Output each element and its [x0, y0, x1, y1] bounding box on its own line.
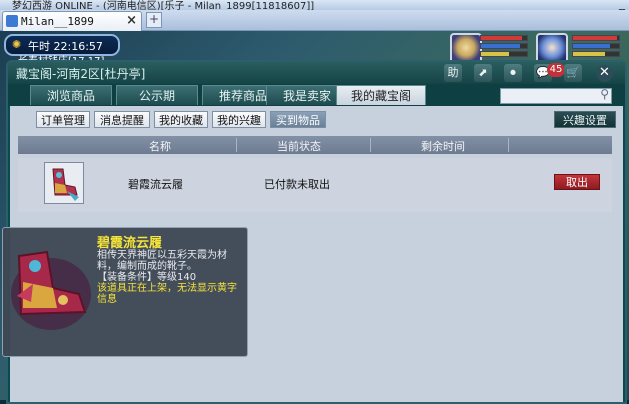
column-remaining: 剩余时间 — [421, 140, 465, 153]
nav-tabs: 浏览商品 公示期 推荐商品 我是卖家 我的藏宝阁 ⚲ — [8, 84, 625, 106]
message-count-badge: 45 — [547, 63, 565, 77]
tooltip-requirement: 【装备条件】等级140 — [97, 272, 197, 283]
subtab-interests[interactable]: 我的兴趣 — [212, 111, 266, 128]
clock-text: 午时 22:16:57 — [28, 40, 103, 53]
column-status: 当前状态 — [277, 140, 321, 153]
boots-art — [7, 236, 95, 336]
take-out-button[interactable]: 取出 — [554, 174, 600, 190]
player-stats — [572, 35, 620, 61]
player-hp-bar — [572, 35, 620, 41]
pet-hp-bar — [480, 35, 528, 41]
tab-browse[interactable]: 浏览商品 — [30, 85, 112, 105]
pet-stats — [480, 35, 528, 61]
player-mp-bar — [572, 43, 620, 49]
table-header: 名称 当前状态 剩余时间 — [18, 136, 612, 154]
tab-public[interactable]: 公示期 — [116, 85, 198, 105]
tooltip-description: 相传天界神匠以五彩天霞为材料，编制而成的靴子。 — [97, 250, 227, 272]
item-name: 碧霞流云履 — [128, 178, 183, 191]
sub-tabs: 订单管理 消息提醒 我的收藏 我的兴趣 买到物品 兴趣设置 — [10, 106, 623, 132]
subtab-favorites[interactable]: 我的收藏 — [154, 111, 208, 128]
cart-button[interactable]: 🛒 — [564, 64, 582, 82]
new-tab-button[interactable]: + — [146, 12, 162, 28]
subtab-purchased[interactable]: 买到物品 — [270, 111, 326, 128]
pet-exp-bar — [480, 51, 528, 57]
close-panel-button[interactable]: ✕ — [596, 65, 613, 82]
help-button[interactable]: 助 — [444, 64, 462, 82]
tab-strip: Milan__1899 × + — [0, 10, 629, 31]
game-clock: ✺ 午时 22:16:57 — [4, 34, 120, 56]
sun-icon: ✺ — [12, 38, 22, 51]
record-button[interactable]: ⏺ — [504, 64, 522, 82]
search-input[interactable]: ⚲ — [500, 87, 612, 104]
column-divider — [236, 138, 237, 152]
subtab-messages[interactable]: 消息提醒 — [94, 111, 150, 128]
window-title-bar: 梦幻西游 ONLINE - (河南电信区)[乐子 - Milan_1899[11… — [0, 0, 629, 10]
share-button[interactable]: ⬈ — [474, 64, 492, 82]
panel-header: 藏宝阁-河南2区[杜丹亭] 助 ⬈ ⏺ 💬 45 🛒 ✕ — [8, 62, 625, 84]
tooltip-title: 碧霞流云履 — [97, 236, 163, 251]
tab-milan[interactable]: Milan__1899 × — [2, 11, 142, 31]
boots-icon[interactable] — [44, 162, 84, 204]
game-icon — [6, 15, 18, 27]
tab-label: Milan__1899 — [21, 15, 94, 28]
pet-mp-bar — [480, 43, 528, 49]
column-divider — [508, 138, 509, 152]
item-status: 已付款未取出 — [264, 178, 330, 191]
player-sp-bar — [572, 51, 620, 57]
table-row[interactable]: 碧霞流云履 已付款未取出 取出 — [18, 158, 612, 212]
search-icon[interactable]: ⚲ — [600, 87, 609, 101]
item-tooltip: 碧霞流云履 相传天界神匠以五彩天霞为材料，编制而成的靴子。 【装备条件】等级14… — [2, 227, 248, 357]
interest-settings-button[interactable]: 兴趣设置 — [554, 111, 616, 128]
subtab-orders[interactable]: 订单管理 — [36, 111, 90, 128]
panel-title: 藏宝阁-河南2区[杜丹亭] — [16, 67, 146, 81]
tooltip-warning: 该道具正在上架，无法显示黄字信息 — [97, 283, 237, 305]
tab-my-pavilion[interactable]: 我的藏宝阁 — [336, 85, 426, 105]
column-name: 名称 — [149, 140, 171, 153]
window-title: 梦幻西游 ONLINE - (河南电信区)[乐子 - Milan_1899[11… — [12, 1, 315, 10]
minimize-button[interactable]: _ — [619, 0, 625, 10]
tab-close-icon[interactable]: × — [126, 13, 137, 28]
column-divider — [370, 138, 371, 152]
